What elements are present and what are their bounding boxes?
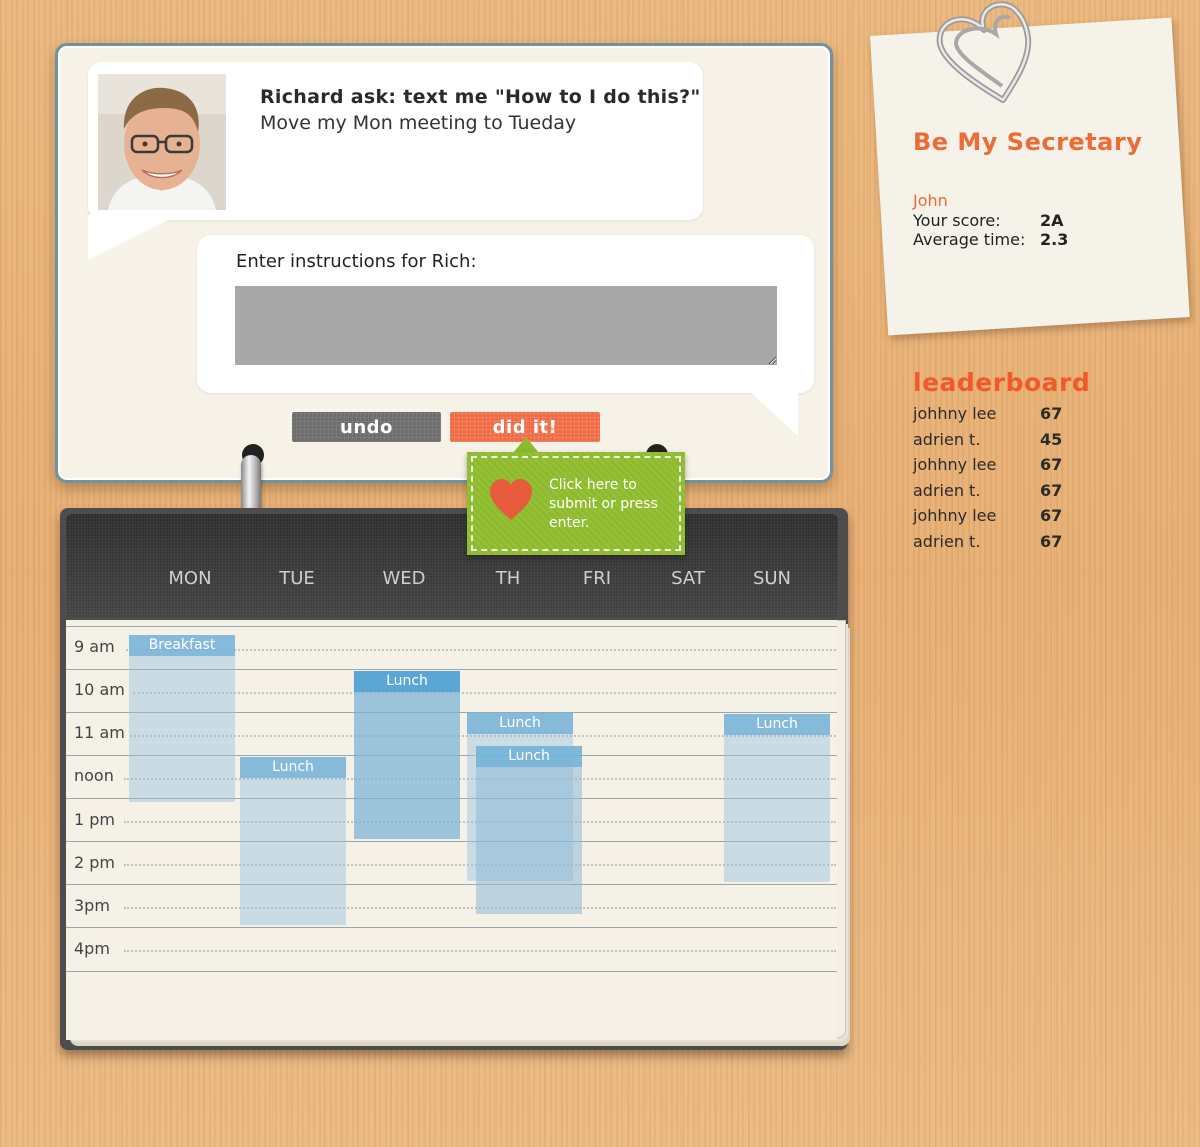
- row-divider: [66, 927, 837, 928]
- user-name: John: [913, 191, 948, 210]
- leaderboard-name: adrien t.: [913, 430, 981, 449]
- time-label: 10 am: [74, 680, 125, 699]
- heart-paperclip-icon: [936, 1, 1032, 103]
- time-label: 1 pm: [74, 810, 116, 829]
- time-label: 11 am: [74, 723, 125, 742]
- app-title: Be My Secretary: [913, 128, 1143, 156]
- day-fri: FRI: [582, 568, 612, 589]
- event-block[interactable]: Lunch: [354, 671, 460, 839]
- request-title: Richard ask: text me "How to I do this?": [260, 86, 701, 108]
- leaderboard-score: 67: [1040, 506, 1063, 525]
- event-label: Lunch: [354, 671, 460, 692]
- time-label: noon: [74, 766, 114, 785]
- request-message: Move my Mon meeting to Tueday: [260, 112, 577, 134]
- time-label: 9 am: [74, 637, 115, 656]
- day-th: TH: [495, 568, 521, 589]
- leaderboard-name: adrien t.: [913, 481, 981, 500]
- row-divider: [66, 841, 837, 842]
- day-mon: MON: [168, 568, 212, 589]
- row-divider: [66, 971, 837, 972]
- heart-icon: [490, 479, 532, 520]
- leaderboard-score: 45: [1040, 430, 1063, 449]
- leaderboard-name: adrien t.: [913, 532, 981, 551]
- leaderboard-score: 67: [1040, 532, 1063, 551]
- tooltip-text: Click here to submit or press enter.: [549, 477, 658, 531]
- time-guide: [124, 950, 836, 952]
- event-block[interactable]: Breakfast: [129, 635, 235, 802]
- event-block[interactable]: Lunch: [724, 714, 830, 882]
- day-tue: TUE: [279, 568, 315, 589]
- request-bubble-tail: [88, 215, 178, 260]
- calendar-header: [66, 514, 838, 618]
- time-label: 4pm: [74, 939, 110, 958]
- avatar: [98, 74, 226, 210]
- leaderboard-score: 67: [1040, 481, 1063, 500]
- avg-time-value: 2.3: [1040, 230, 1069, 249]
- event-label: Lunch: [467, 713, 573, 734]
- event-label: Breakfast: [129, 635, 235, 656]
- leaderboard-name: johhny lee: [913, 455, 997, 474]
- event-block[interactable]: Lunch: [476, 746, 582, 914]
- day-sun: SUN: [752, 568, 792, 589]
- event-label: Lunch: [476, 746, 582, 767]
- score-label: Your score:: [913, 211, 1001, 230]
- instructions-bubble-tail: [748, 390, 798, 436]
- time-label: 3pm: [74, 896, 110, 915]
- leaderboard-name: johhny lee: [913, 404, 997, 423]
- score-value: 2A: [1040, 211, 1064, 230]
- avatar-photo: [98, 74, 226, 210]
- leaderboard-score: 67: [1040, 404, 1063, 423]
- leaderboard-name: johhny lee: [913, 506, 997, 525]
- instructions-label: Enter instructions for Rich:: [236, 251, 477, 272]
- row-divider: [66, 884, 837, 885]
- leaderboard-title: leaderboard: [913, 368, 1091, 397]
- avg-time-label: Average time:: [913, 230, 1026, 249]
- day-wed: WED: [382, 568, 426, 589]
- event-label: Lunch: [240, 757, 346, 778]
- tooltip-pointer: [513, 437, 539, 453]
- instructions-input[interactable]: [235, 286, 777, 365]
- leaderboard-score: 67: [1040, 455, 1063, 474]
- event-label: Lunch: [724, 714, 830, 735]
- row-divider: [66, 626, 837, 627]
- day-sat: SAT: [671, 568, 705, 589]
- event-block[interactable]: Lunch: [240, 757, 346, 925]
- time-guide: [133, 692, 836, 694]
- time-label: 2 pm: [74, 853, 116, 872]
- undo-button[interactable]: undo: [292, 412, 441, 442]
